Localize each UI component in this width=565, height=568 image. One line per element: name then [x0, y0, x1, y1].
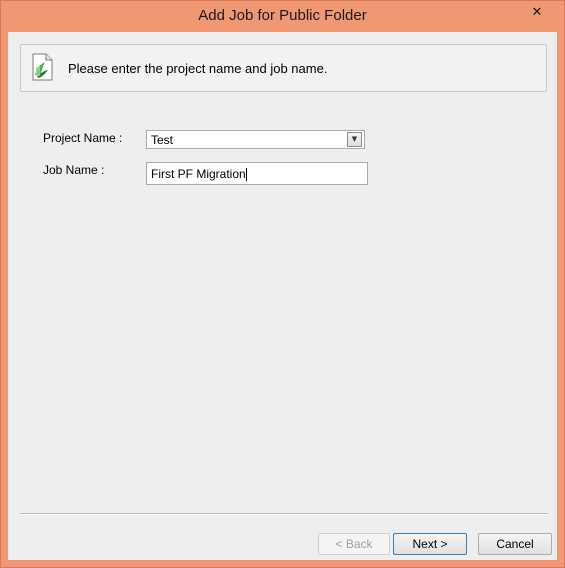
frame-bottom [1, 560, 564, 567]
project-name-label: Project Name : [43, 131, 123, 145]
job-name-input[interactable]: First PF Migration [146, 162, 368, 185]
chevron-down-icon[interactable]: ▼ [347, 132, 362, 147]
text-caret [245, 168, 247, 182]
job-name-label: Job Name : [43, 163, 105, 177]
close-button[interactable]: ✕ [518, 3, 556, 23]
dialog-client-area: Please enter the project name and job na… [8, 32, 557, 560]
back-button[interactable]: < Back [318, 533, 390, 555]
project-name-combobox[interactable]: Test ▼ [146, 130, 365, 149]
frame-left [1, 32, 8, 567]
frame-right [557, 32, 564, 567]
cancel-button[interactable]: Cancel [478, 533, 552, 555]
title-bar[interactable]: Add Job for Public Folder ✕ [1, 1, 564, 32]
next-button[interactable]: Next > [393, 533, 467, 555]
window-title: Add Job for Public Folder [198, 7, 367, 24]
add-job-dialog: Add Job for Public Folder ✕ Please enter… [0, 0, 565, 568]
job-name-value: First PF Migration [151, 167, 246, 181]
instruction-panel: Please enter the project name and job na… [20, 44, 547, 92]
instruction-text: Please enter the project name and job na… [68, 61, 328, 76]
document-green-icon [32, 53, 53, 81]
footer-divider [20, 513, 548, 515]
project-name-value: Test [151, 133, 174, 147]
